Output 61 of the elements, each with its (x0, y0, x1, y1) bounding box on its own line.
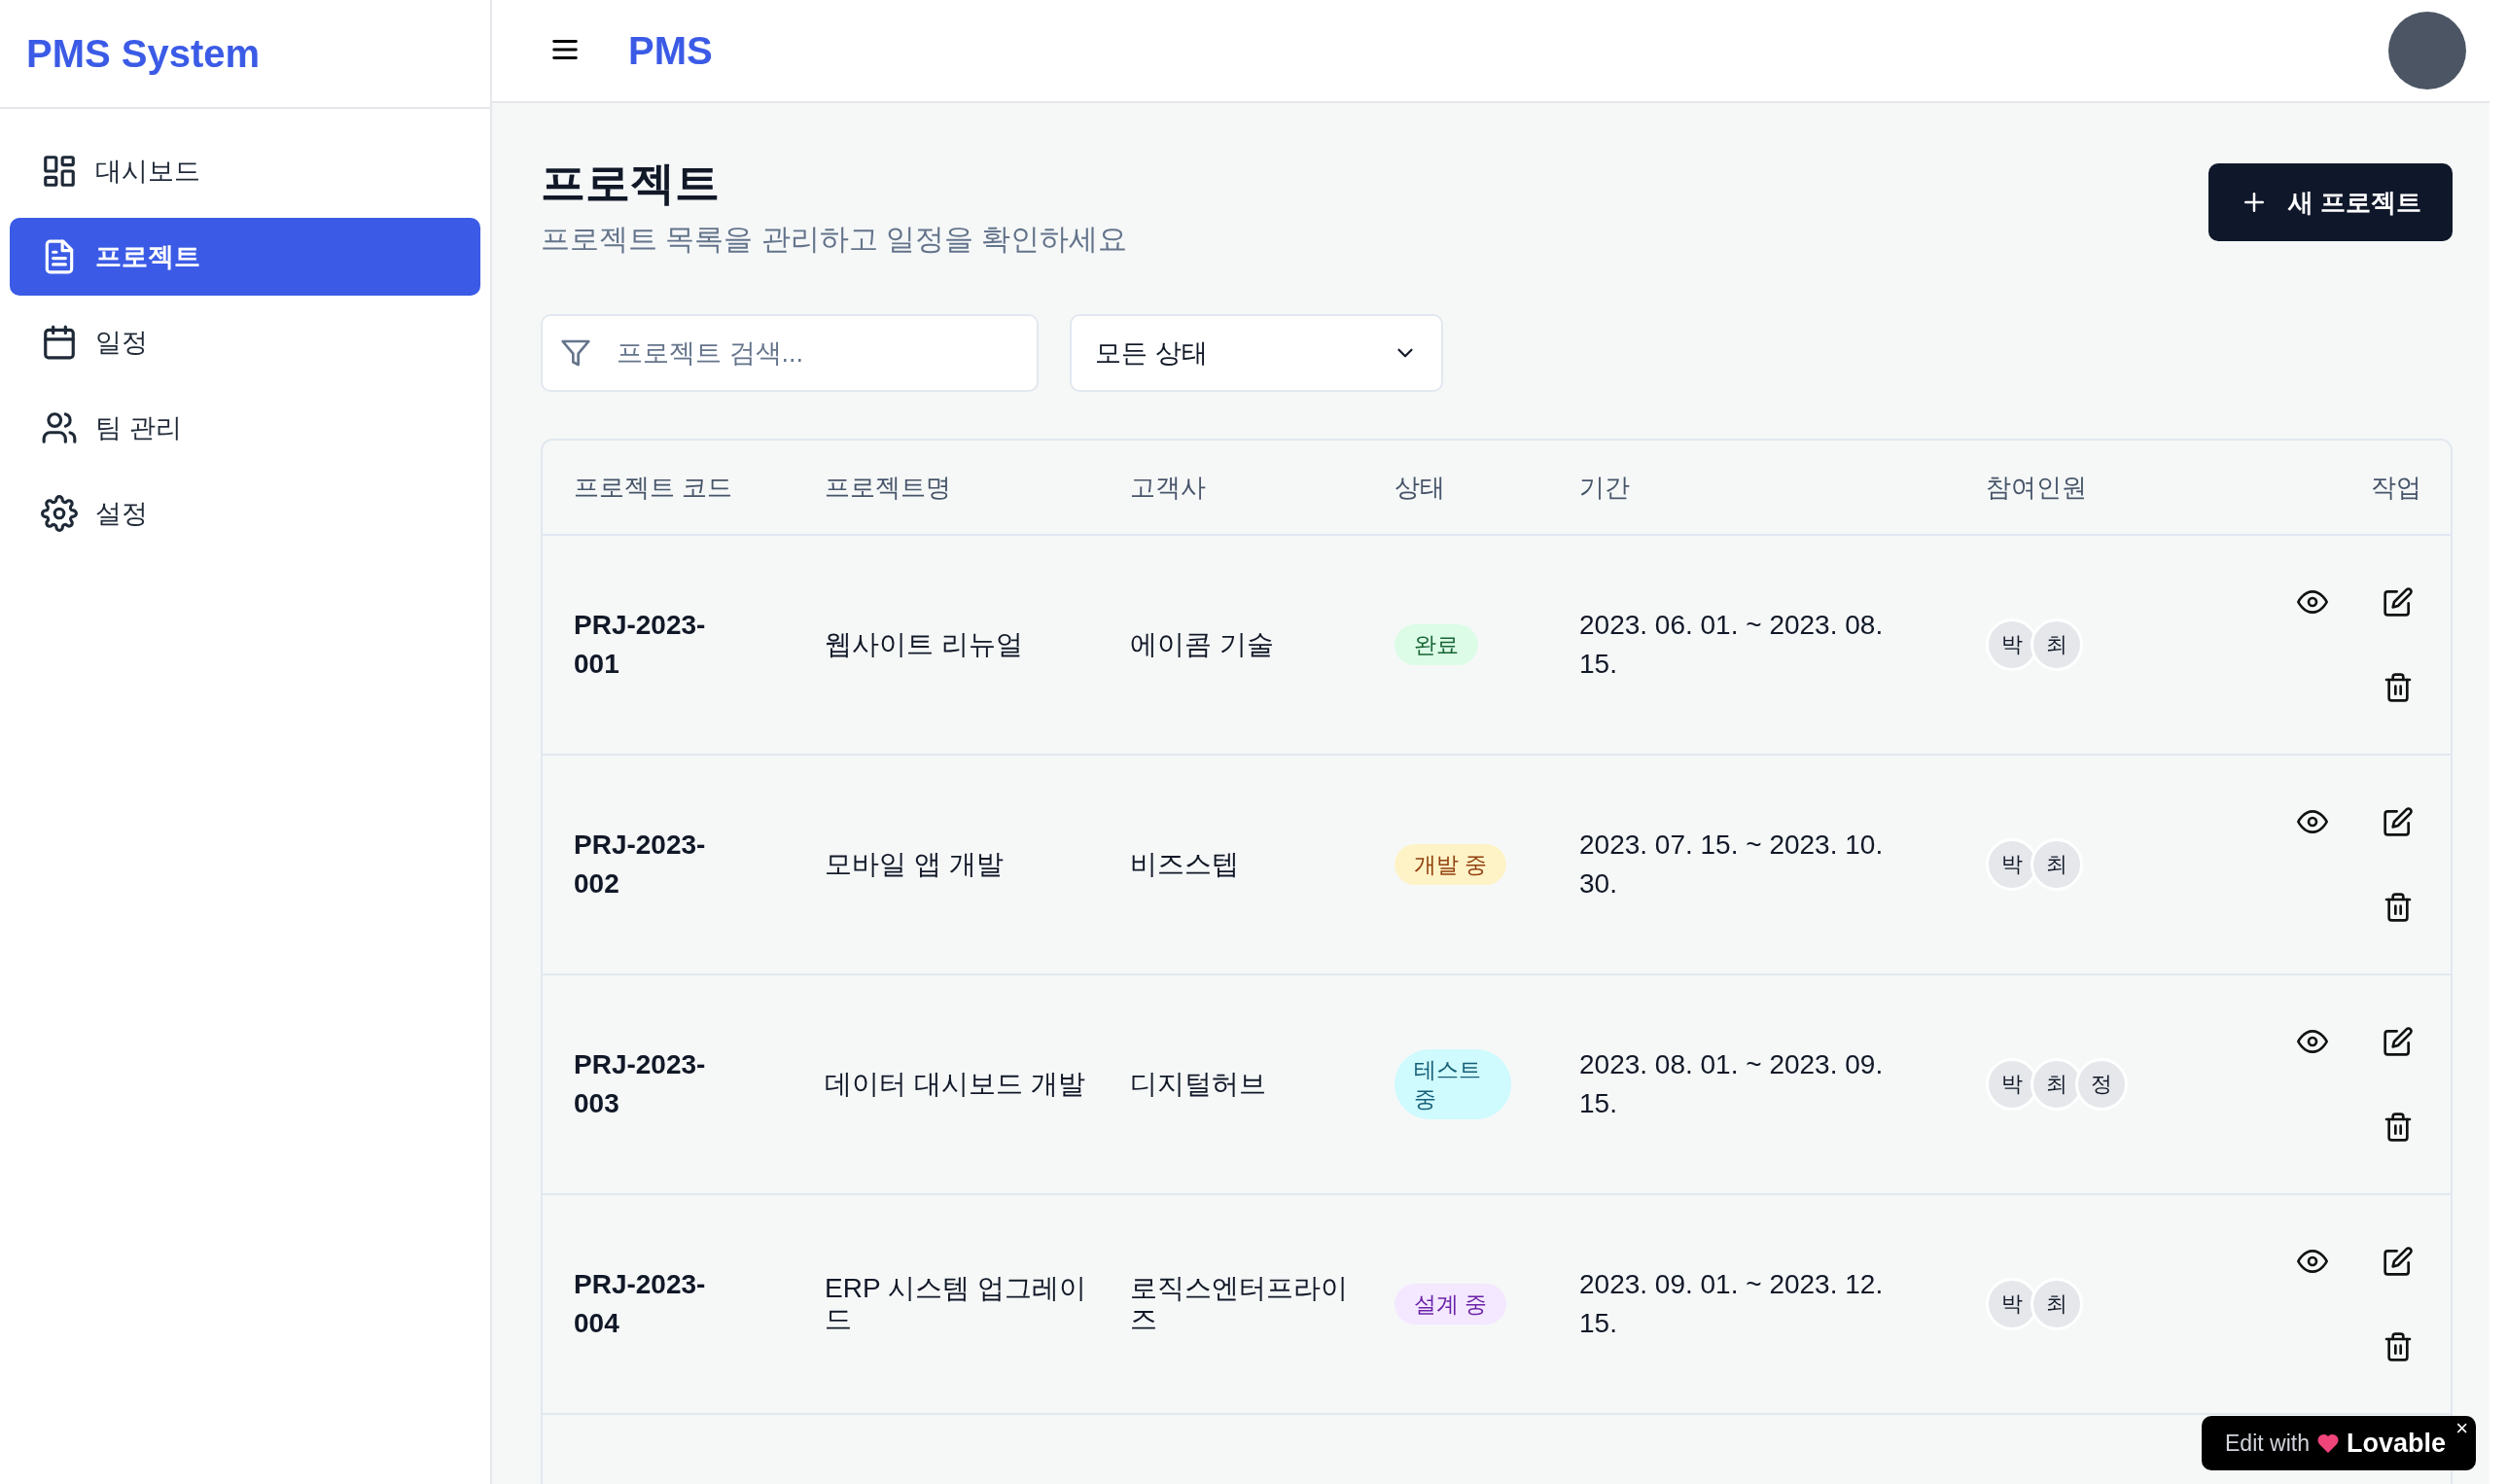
table-cell-text: 2023. 07. 15. ~ 2023. 10. 30. (1579, 829, 1885, 901)
column-header: 참여인원 (1986, 471, 2088, 504)
search-field[interactable]: 프로젝트 검색... (541, 314, 1039, 392)
edit-icon (2383, 806, 2414, 837)
edit-icon (2383, 1246, 2414, 1277)
table-cell-text: 2023. 08. 01. ~ 2023. 09. 15. (1579, 1048, 1885, 1120)
column-header: 프로젝트 코드 (574, 471, 734, 504)
member-avatar: 최 (2030, 838, 2083, 891)
table-cell-text: 비즈스텝 (1130, 849, 1240, 880)
settings-icon (41, 495, 78, 532)
table-cell-text: 웹사이트 리뉴얼 (825, 629, 1024, 660)
status-dropdown[interactable]: 모든 상태 (1070, 314, 1443, 392)
status-badge: 테스트 중 (1395, 1049, 1511, 1119)
sidebar-nav-item[interactable]: 일정 (10, 303, 480, 381)
badge-text: Edit with (2225, 1430, 2310, 1457)
trash-icon (2383, 1331, 2414, 1362)
sidebar-nav-item[interactable]: 대시보드 (10, 132, 480, 210)
table-cell-text: 데이터 대시보드 개발 (825, 1069, 1086, 1100)
badge-brand: Lovable (2346, 1428, 2446, 1459)
trash-icon (2383, 672, 2414, 703)
column-header: 상태 (1395, 471, 1446, 504)
table-cell-text: ERP 시스템 업그레이드 (825, 1273, 1087, 1335)
table-cell-text: 로직스엔터프라이즈 (1130, 1273, 1349, 1335)
close-button[interactable]: × (2455, 1416, 2468, 1441)
dashboard-grid-icon (41, 153, 78, 190)
table-cell-text: 2023. 09. 01. ~ 2023. 12. 15. (1579, 1268, 1885, 1340)
edit-icon (2383, 1026, 2414, 1057)
new-project-button[interactable]: 새 프로젝트 (2207, 163, 2453, 241)
sidebar-logo: PMS System (0, 0, 490, 109)
filter-icon (560, 337, 591, 369)
table-cell-text: 2023. 06. 01. ~ 2023. 08. 15. (1579, 609, 1885, 681)
column-header: 기간 (1579, 471, 1631, 504)
page-title: 프로젝트 (541, 157, 721, 210)
page-subtitle: 프로젝트 목록을 관리하고 일정을 확인하세요 (541, 222, 1128, 257)
member-avatar: 최 (2030, 1278, 2083, 1330)
sidebar-nav-item[interactable]: 설정 (10, 475, 480, 552)
table-cell-text: 디지털허브 (1130, 1069, 1267, 1100)
sidebar-nav-item[interactable]: 팀 관리 (10, 389, 480, 467)
member-avatar: 정 (2075, 1058, 2128, 1111)
header-title: PMS (628, 28, 713, 73)
table-cell-text: PRJ-2023-003 (574, 1048, 707, 1120)
table-cell-text: 에이콤 기술 (1130, 629, 1275, 660)
column-header: 고객사 (1130, 471, 1207, 504)
edit-with-badge[interactable]: Edit with Lovable × (2202, 1416, 2476, 1470)
sidebar-nav-item[interactable]: 프로젝트 (10, 218, 480, 296)
users-icon (41, 409, 78, 446)
status-badge: 설계 중 (1395, 1284, 1507, 1325)
table-cell-text: PRJ-2023-001 (574, 609, 707, 681)
member-avatar: 최 (2030, 618, 2083, 671)
table-cell-text: 모바일 앱 개발 (825, 849, 1005, 880)
status-badge: 개발 중 (1395, 844, 1507, 885)
edit-icon (2383, 586, 2414, 618)
calendar-icon (41, 324, 78, 361)
table-cell-text: PRJ-2023-002 (574, 829, 707, 901)
table-cell-text: PRJ-2023-004 (574, 1268, 707, 1340)
status-badge: 완료 (1395, 624, 1478, 665)
trash-icon (2383, 1112, 2414, 1143)
column-header: 프로젝트명 (825, 471, 952, 504)
heart-logo-icon (2316, 1433, 2339, 1453)
trash-icon (2383, 892, 2414, 923)
column-header: 작업 (2370, 471, 2421, 504)
